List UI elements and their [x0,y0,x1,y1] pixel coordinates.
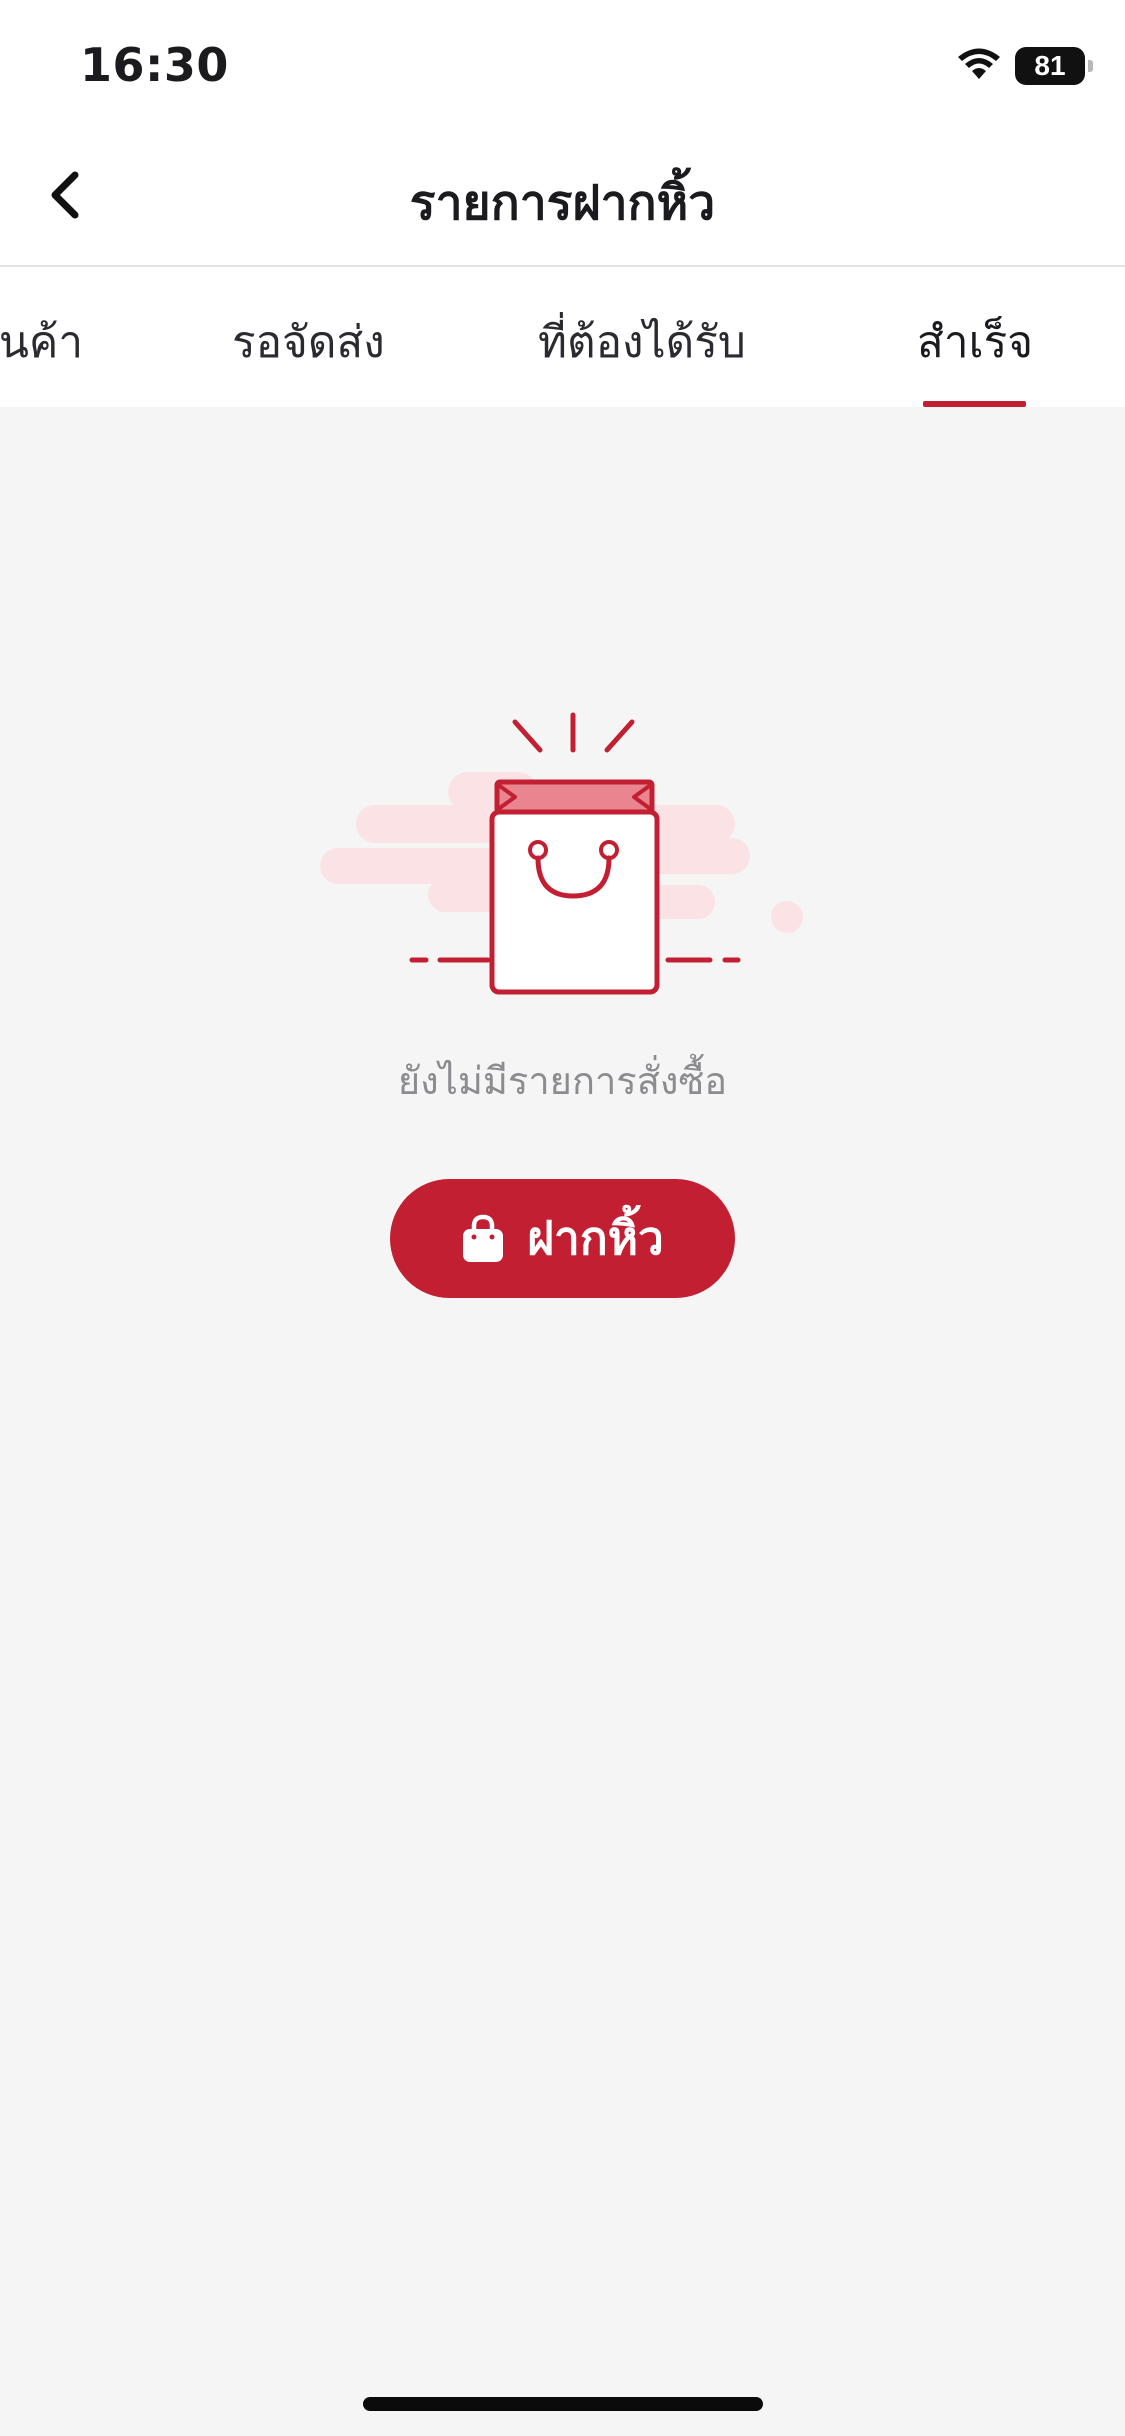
tab-to-receive[interactable]: ที่ต้องได้รับ [538,307,746,377]
battery-icon: 81 [1015,47,1093,85]
header: รายการฝากหิ้ว [0,135,1125,267]
tab-completed[interactable]: สำเร็จ [917,307,1033,377]
tab-products[interactable]: สินค้า [0,307,83,377]
shopping-bag-icon [463,1214,504,1262]
order-button-label: ฝากหิ้ว [527,1211,664,1265]
status-bar: 16:30 81 [0,0,1125,135]
status-icons: 81 [955,46,1093,86]
tab-awaiting-shipment[interactable]: รอจัดส่ง [232,307,385,377]
active-tab-indicator [923,401,1026,407]
order-status-tabs: สินค้า รอจัดส่ง ที่ต้องได้รับ สำเร็จ [0,267,1125,407]
home-indicator [363,2397,763,2411]
empty-state-message: ยังไม่มีรายการสั่งซื้อ [397,1059,728,1103]
order-button[interactable]: ฝากหิ้ว [390,1179,735,1298]
page-title: รายการฝากหิ้ว [409,175,716,231]
status-time: 16:30 [80,38,229,92]
shopping-bag-illustration [320,712,803,995]
battery-level: 81 [1034,50,1066,81]
wifi-icon [955,46,1003,86]
